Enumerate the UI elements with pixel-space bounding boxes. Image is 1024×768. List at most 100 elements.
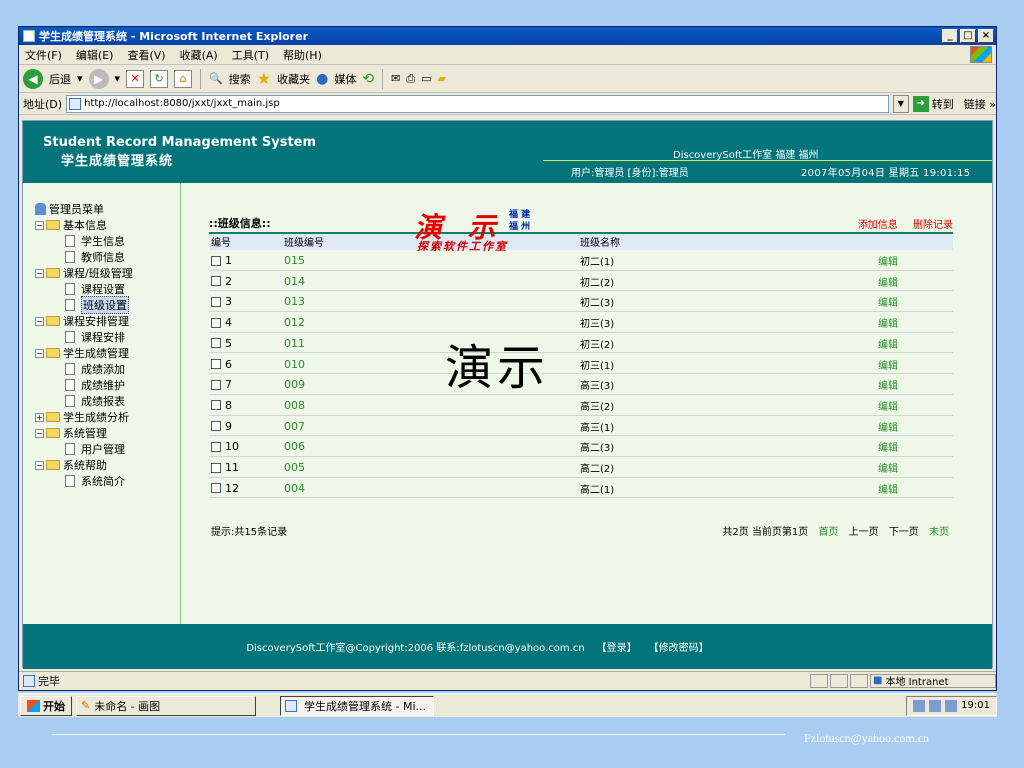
menu-view[interactable]: 查看(V) xyxy=(127,47,165,63)
sidebar-item-label[interactable]: 成绩维护 xyxy=(81,377,125,393)
tree-group-label[interactable]: 基本信息 xyxy=(63,217,107,233)
sidebar-item-class-settings[interactable]: 班级设置 xyxy=(23,296,180,314)
first-page-link[interactable]: 首页 xyxy=(818,527,838,538)
collapse-icon[interactable]: − xyxy=(35,460,44,470)
go-button[interactable]: ➜ 转到 xyxy=(912,95,960,112)
address-url[interactable]: http://localhost:8080/jxxt/jxxt_main.jsp xyxy=(84,98,280,109)
edit-link[interactable]: 编辑 xyxy=(878,377,898,392)
row-checkbox[interactable] xyxy=(211,338,221,349)
taskbar-ie-button[interactable]: 学生成绩管理系统 - Mi... xyxy=(280,695,434,716)
sidebar-item-label[interactable]: 班级设置 xyxy=(81,296,129,314)
maximize-button[interactable]: □ xyxy=(960,29,976,43)
row-checkbox[interactable] xyxy=(211,276,221,287)
edit-link[interactable]: 编辑 xyxy=(878,294,898,309)
delete-record-link[interactable]: 删除记录 xyxy=(913,220,953,231)
sidebar-item-grade-report[interactable]: 成绩报表 xyxy=(23,393,180,409)
expand-icon[interactable]: + xyxy=(35,412,44,422)
tree-group-schedule[interactable]: − 课程安排管理 xyxy=(23,313,180,329)
tree-group-help[interactable]: − 系统帮助 xyxy=(23,457,180,473)
favorites-star-icon[interactable]: ★ xyxy=(257,69,271,88)
collapse-icon[interactable]: − xyxy=(35,316,44,326)
print-icon[interactable]: ⎙ xyxy=(406,72,415,86)
search-icon[interactable]: 🔍 xyxy=(209,72,223,85)
sidebar-item-label[interactable]: 成绩报表 xyxy=(81,393,125,409)
start-button[interactable]: 开始 xyxy=(20,695,72,716)
home-icon[interactable]: ⌂ xyxy=(174,69,193,88)
collapse-icon[interactable]: − xyxy=(35,348,44,358)
tree-group-system[interactable]: − 系统管理 xyxy=(23,425,180,441)
add-record-link[interactable]: 添加信息 xyxy=(858,220,898,231)
sidebar-item-label[interactable]: 用户管理 xyxy=(81,441,125,457)
edit-icon[interactable]: ▭ xyxy=(421,72,431,85)
address-dropdown-icon[interactable]: ▼ xyxy=(892,94,909,113)
go-arrow-icon[interactable]: ➜ xyxy=(912,95,929,112)
search-button[interactable]: 搜索 xyxy=(229,71,251,87)
collapse-icon[interactable]: − xyxy=(35,428,44,438)
back-dropdown-icon[interactable]: ▾ xyxy=(77,72,83,85)
row-checkbox[interactable] xyxy=(211,400,221,411)
folder-icon[interactable]: ▰ xyxy=(438,72,446,85)
taskbar-item-label[interactable]: 未命名 - 画图 xyxy=(94,698,160,714)
menu-edit[interactable]: 编辑(E) xyxy=(76,47,114,63)
row-checkbox[interactable] xyxy=(211,255,221,266)
row-checkbox[interactable] xyxy=(211,296,221,307)
row-checkbox[interactable] xyxy=(211,441,221,452)
close-button[interactable]: × xyxy=(978,29,994,43)
tree-group-label[interactable]: 学生成绩分析 xyxy=(63,409,129,425)
next-page-link[interactable]: 下一页 xyxy=(889,527,919,538)
last-page-link[interactable]: 末页 xyxy=(929,527,949,538)
favorites-button[interactable]: 收藏夹 xyxy=(277,71,310,87)
row-checkbox[interactable] xyxy=(211,421,221,432)
edit-link[interactable]: 编辑 xyxy=(878,398,898,413)
row-checkbox[interactable] xyxy=(211,462,221,473)
edit-link[interactable]: 编辑 xyxy=(878,253,898,268)
edit-link[interactable]: 编辑 xyxy=(878,481,898,496)
sidebar-item-student-info[interactable]: 学生信息 xyxy=(23,233,180,249)
sidebar-item-course-settings[interactable]: 课程设置 xyxy=(23,281,180,297)
start-label[interactable]: 开始 xyxy=(43,698,65,714)
tree-group-course-class[interactable]: − 课程/班级管理 xyxy=(23,265,180,281)
collapse-icon[interactable]: − xyxy=(35,268,44,278)
media-button[interactable]: 媒体 xyxy=(334,71,356,87)
mail-icon[interactable]: ✉ xyxy=(391,72,400,85)
tree-group-label[interactable]: 系统帮助 xyxy=(63,457,107,473)
edit-link[interactable]: 编辑 xyxy=(878,460,898,475)
tree-group-label[interactable]: 课程安排管理 xyxy=(63,313,129,329)
tree-group-label[interactable]: 系统管理 xyxy=(63,425,107,441)
menu-file[interactable]: 文件(F) xyxy=(25,47,62,63)
tree-group-label[interactable]: 学生成绩管理 xyxy=(63,345,129,361)
sidebar-item-teacher-info[interactable]: 教师信息 xyxy=(23,249,180,265)
sidebar-item-grade-maintain[interactable]: 成绩维护 xyxy=(23,377,180,393)
taskbar-item-label[interactable]: 学生成绩管理系统 - Mi... xyxy=(304,698,426,714)
tree-root[interactable]: 管理员菜单 xyxy=(23,201,180,217)
sidebar-item-label[interactable]: 学生信息 xyxy=(81,233,125,249)
sidebar-item-course-schedule[interactable]: 课程安排 xyxy=(23,329,180,345)
go-label[interactable]: 转到 xyxy=(932,96,954,112)
tray-volume-icon[interactable] xyxy=(945,699,958,712)
taskbar-paint-button[interactable]: ✎ 未命名 - 画图 xyxy=(76,695,256,716)
edit-link[interactable]: 编辑 xyxy=(878,336,898,351)
sidebar-item-system-intro[interactable]: 系统简介 xyxy=(23,473,180,489)
change-password-link[interactable]: 【修改密码】 xyxy=(649,639,709,654)
forward-arrow-icon[interactable]: ▶ xyxy=(88,68,109,89)
media-icon[interactable]: ● xyxy=(316,71,328,87)
tree-root-label[interactable]: 管理员菜单 xyxy=(49,201,104,217)
tree-group-label[interactable]: 课程/班级管理 xyxy=(63,265,133,281)
tray-network-icon[interactable] xyxy=(929,699,942,712)
tree-group-analysis[interactable]: + 学生成绩分析 xyxy=(23,409,180,425)
sidebar-item-grade-add[interactable]: 成绩添加 xyxy=(23,361,180,377)
sidebar-item-label[interactable]: 教师信息 xyxy=(81,249,125,265)
links-button[interactable]: 链接 » xyxy=(964,96,996,112)
stop-icon[interactable]: ✕ xyxy=(126,69,145,88)
minimize-button[interactable]: _ xyxy=(942,29,958,43)
row-checkbox[interactable] xyxy=(211,483,221,494)
tree-group-basic[interactable]: − 基本信息 xyxy=(23,217,180,233)
edit-link[interactable]: 编辑 xyxy=(878,419,898,434)
edit-link[interactable]: 编辑 xyxy=(878,357,898,372)
edit-link[interactable]: 编辑 xyxy=(878,274,898,289)
menu-help[interactable]: 帮助(H) xyxy=(283,47,322,63)
refresh-icon[interactable]: ↻ xyxy=(150,69,169,88)
tree-group-grades[interactable]: − 学生成绩管理 xyxy=(23,345,180,361)
sidebar-item-label[interactable]: 课程安排 xyxy=(81,329,125,345)
tray-keyboard-icon[interactable] xyxy=(913,699,926,712)
